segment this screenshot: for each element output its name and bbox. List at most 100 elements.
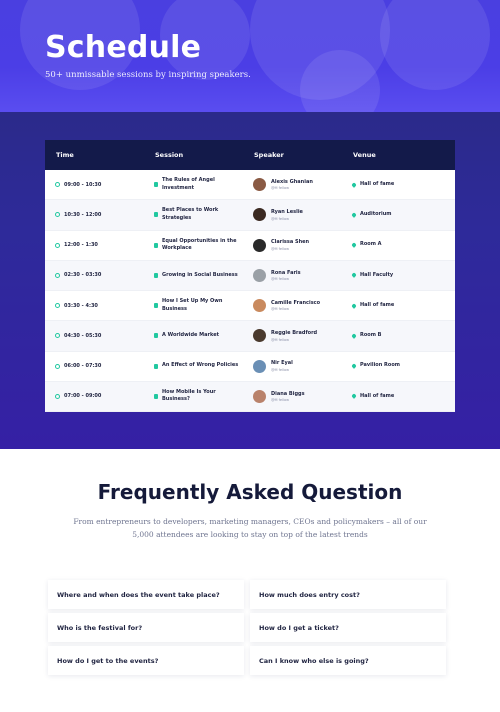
faq-question[interactable]: How do I get to the events? [48, 646, 244, 675]
location-pin-icon [351, 181, 357, 188]
speaker-name[interactable]: Rona Faris [271, 270, 301, 276]
session-title[interactable]: A Worldwide Market [162, 332, 219, 340]
venue-text: Hall of fame [360, 392, 395, 399]
speaker-cell: Nir Eyal @M fellow [243, 359, 342, 373]
speaker-cell: Camille Francisco @M fellow [243, 299, 342, 313]
time-cell: 06:00 - 07:30 [45, 363, 144, 369]
speaker-cell: Clarissa Shen @M fellow [243, 238, 342, 252]
clock-icon [55, 272, 60, 278]
venue-text: Hall of fame [360, 301, 395, 308]
session-cell: Growing in Social Business [144, 272, 243, 280]
page-subtitle: 50+ unmissable sessions by inspiring spe… [45, 70, 251, 80]
venue-cell: Hall of fame [342, 393, 441, 401]
speaker-name[interactable]: Alexis Ghanian [271, 179, 313, 185]
document-icon [154, 182, 158, 188]
speaker-role: @M fellow [271, 337, 289, 342]
time-cell: 10:30 - 12:00 [45, 212, 144, 218]
clock-icon [55, 182, 60, 188]
session-cell: The Rules of Angel Investment [144, 177, 243, 192]
speaker-cell: Diana Biggs @M fellow [243, 389, 342, 403]
faq-question[interactable]: How much does entry cost? [250, 580, 446, 609]
document-icon [154, 333, 158, 339]
venue-cell: Hall Faculty [342, 272, 441, 280]
speaker-name[interactable]: Camille Francisco [271, 300, 320, 306]
venue-text: Room A [360, 241, 382, 248]
speaker-role: @M fellow [271, 367, 289, 372]
session-cell: A Worldwide Market [144, 332, 243, 340]
document-icon [154, 303, 158, 309]
clock-icon [55, 363, 60, 369]
time-cell: 09:00 - 10:30 [45, 182, 144, 188]
venue-cell: Hall of fame [342, 181, 441, 189]
speaker-role: @M fellow [271, 216, 289, 221]
session-title[interactable]: Equal Opportunities in the Workplace [162, 238, 243, 253]
faq-question[interactable]: Where and when does the event take place… [48, 580, 244, 609]
session-title[interactable]: Best Places to Work Strategies [162, 207, 243, 222]
speaker-name[interactable]: Clarissa Shen [271, 239, 309, 245]
document-icon [154, 393, 158, 399]
document-icon [154, 212, 158, 218]
header-time: Time [56, 151, 74, 159]
speaker-name[interactable]: Nir Eyal [271, 360, 293, 366]
speaker-role: @M fellow [271, 307, 289, 312]
venue-cell: Pavilion Room [342, 362, 441, 370]
schedule-section: Time Session Speaker Venue 09:00 - 10:30… [0, 112, 500, 449]
location-pin-icon [351, 363, 357, 369]
faq-question[interactable]: Can I know who else is going? [250, 646, 446, 675]
speaker-role: @M fellow [271, 398, 289, 403]
table-row: 09:00 - 10:30 The Rules of Angel Investme… [45, 170, 455, 201]
clock-icon [55, 393, 60, 399]
table-row: 03:30 - 4:30 How I Set Up My Own Business… [45, 291, 455, 322]
time-text: 03:30 - 4:30 [64, 302, 98, 309]
table-row: 04:30 - 05:30 A Worldwide Market Reggie Br… [45, 321, 455, 352]
location-pin-icon [351, 333, 357, 339]
time-cell: 04:30 - 05:30 [45, 333, 144, 339]
hero-banner: Schedule 50+ unmissable sessions by insp… [0, 0, 500, 112]
time-text: 10:30 - 12:00 [64, 211, 102, 218]
session-title[interactable]: How I Set Up My Own Business [162, 298, 243, 313]
faq-question[interactable]: Who is the festival for? [48, 613, 244, 642]
speaker-cell: Rona Faris @M fellow [243, 268, 342, 282]
speaker-name[interactable]: Diana Biggs [271, 391, 305, 397]
venue-text: Room B [360, 332, 382, 339]
session-cell: How I Set Up My Own Business [144, 298, 243, 313]
session-title[interactable]: An Effect of Wrong Policies [162, 362, 238, 370]
document-icon [154, 242, 158, 248]
faq-question[interactable]: How do I get a ticket? [250, 613, 446, 642]
session-title[interactable]: The Rules of Angel Investment [162, 177, 243, 192]
session-cell: Best Places to Work Strategies [144, 207, 243, 222]
schedule-table: Time Session Speaker Venue 09:00 - 10:30… [45, 140, 455, 412]
location-pin-icon [351, 302, 357, 309]
venue-text: Auditorium [360, 211, 392, 218]
page-title: Schedule [45, 30, 202, 65]
faq-subtitle-line1: From entrepreneurs to developers, market… [73, 517, 427, 526]
avatar [253, 268, 266, 282]
document-icon [154, 363, 158, 369]
table-row: 02:30 - 03:30 Growing in Social Business R… [45, 260, 455, 291]
session-cell: An Effect of Wrong Policies [144, 362, 243, 370]
time-text: 06:00 - 07:30 [64, 363, 102, 370]
avatar [253, 238, 266, 252]
location-pin-icon [351, 272, 357, 279]
session-title[interactable]: How Mobile Is Your Business? [162, 389, 243, 404]
faq-subtitle-line2: 5,000 attendees are looking to stay on t… [132, 529, 368, 539]
clock-icon [55, 333, 60, 339]
time-text: 09:00 - 10:30 [64, 181, 102, 188]
location-pin-icon [351, 393, 357, 400]
header-speaker: Speaker [254, 151, 284, 159]
time-text: 02:30 - 03:30 [64, 272, 102, 279]
speaker-cell: Reggie Bradford @M fellow [243, 329, 342, 343]
time-cell: 12:00 - 1:30 [45, 242, 144, 248]
session-cell: How Mobile Is Your Business? [144, 389, 243, 404]
table-row: 10:30 - 12:00 Best Places to Work Strateg… [45, 200, 455, 231]
speaker-name[interactable]: Reggie Bradford [271, 330, 317, 336]
avatar [253, 299, 266, 313]
session-title[interactable]: Growing in Social Business [162, 272, 238, 280]
time-cell: 03:30 - 4:30 [45, 303, 144, 309]
header-venue: Venue [353, 151, 376, 159]
table-row: 07:00 - 09:00 How Mobile Is Your Business… [45, 381, 455, 412]
venue-cell: Auditorium [342, 211, 441, 219]
table-row: 06:00 - 07:30 An Effect of Wrong Policies… [45, 352, 455, 382]
time-cell: 02:30 - 03:30 [45, 272, 144, 278]
speaker-name[interactable]: Ryan Leslie [271, 209, 303, 215]
